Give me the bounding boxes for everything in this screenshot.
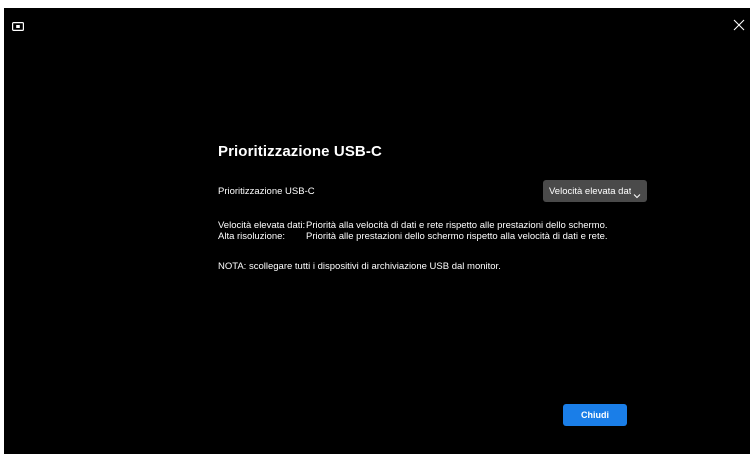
description-key: Alta risoluzione: — [218, 231, 286, 242]
page-title: Prioritizzazione USB-C — [218, 143, 382, 160]
settings-panel: Prioritizzazione USB-C Prioritizzazione … — [218, 8, 658, 454]
usb-c-prioritization-window: Prioritizzazione USB-C Prioritizzazione … — [4, 8, 750, 454]
monitor-icon — [12, 18, 25, 32]
usb-c-prioritization-dropdown[interactable]: Velocità elevata dati — [543, 180, 647, 202]
close-icon[interactable] — [732, 18, 746, 32]
description-row: Velocità elevata dati: Priorità alla vel… — [218, 220, 608, 231]
description-row: Alta risoluzione: Priorità alle prestazi… — [218, 231, 608, 242]
description-text: Priorità alla velocità di dati e rete ri… — [306, 220, 608, 231]
description-text: Priorità alle prestazioni dello schermo … — [306, 231, 608, 242]
close-button[interactable]: Chiudi — [563, 404, 627, 426]
usb-storage-note: NOTA: scollegare tutti i dispositivi di … — [218, 261, 501, 272]
dropdown-selected-value: Velocità elevata dati — [549, 185, 631, 197]
description-key: Velocità elevata dati: — [218, 220, 306, 231]
chevron-down-icon — [633, 187, 641, 199]
option-descriptions: Velocità elevata dati: Priorità alla vel… — [218, 220, 608, 242]
usb-c-prioritization-label: Prioritizzazione USB-C — [218, 186, 315, 197]
